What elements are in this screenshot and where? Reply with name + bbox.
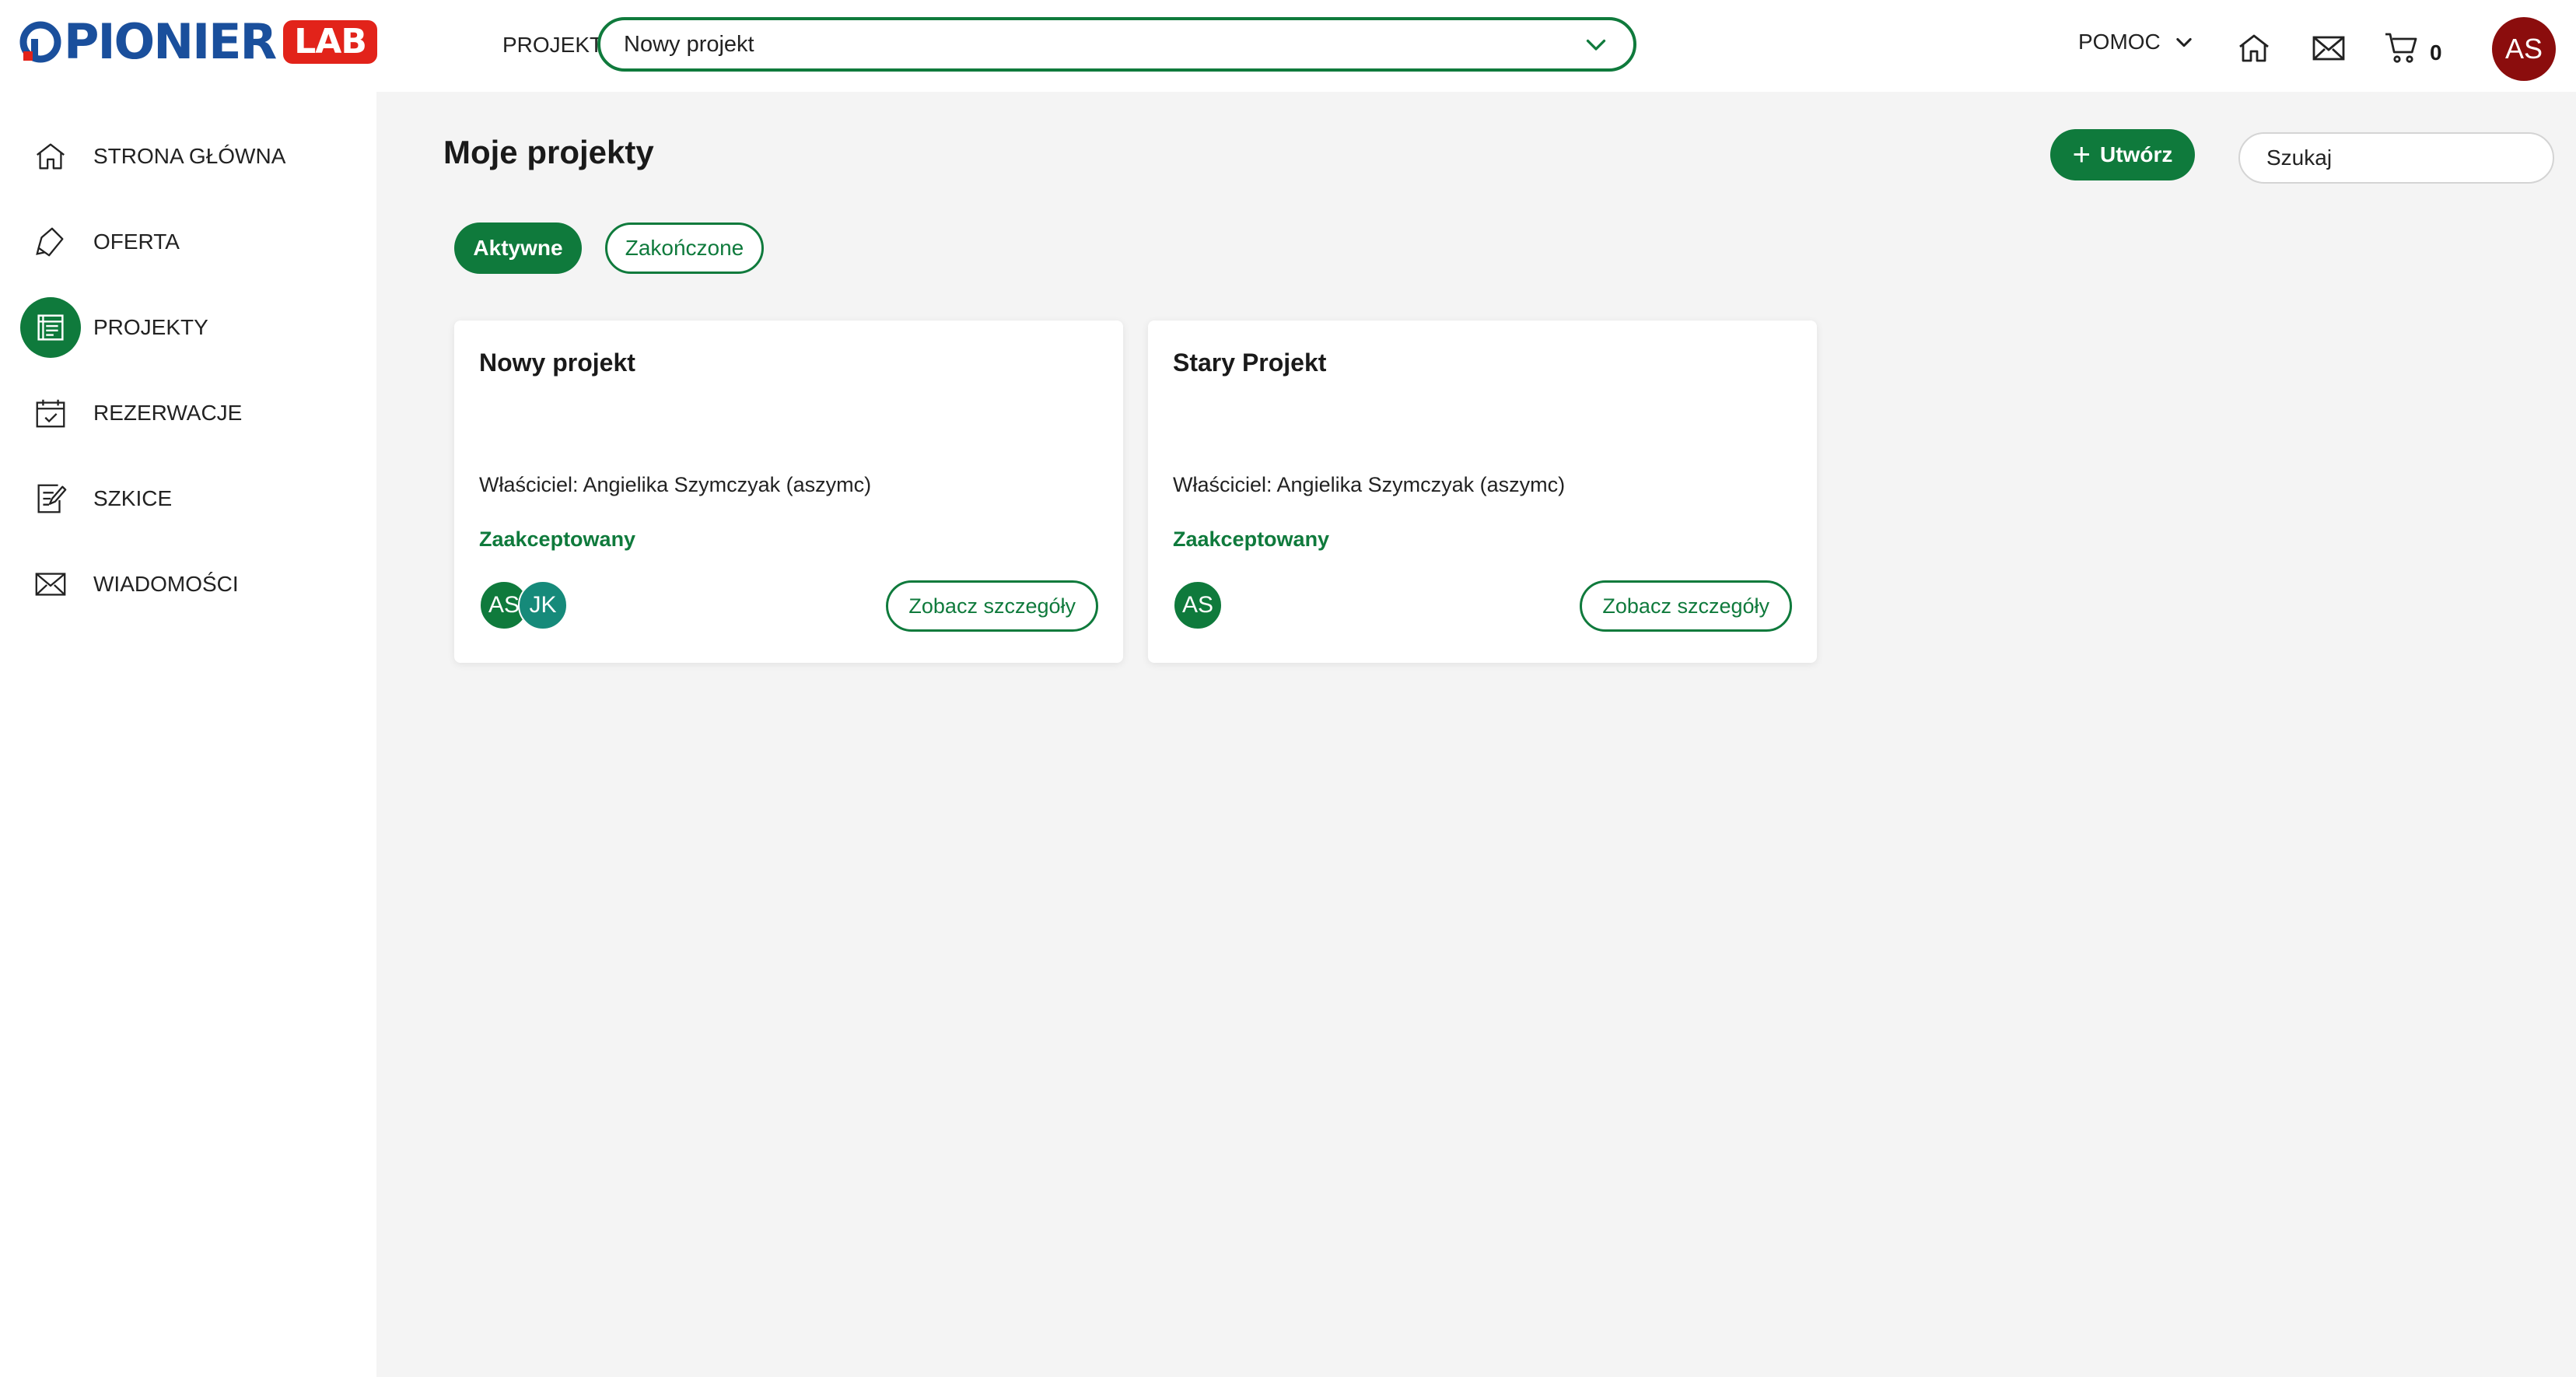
sidebar: STRONA GŁÓWNA OFERTA PROJEKTY REZERWACJE [0, 92, 376, 1377]
project-owner: Właściciel: Angielika Szymczyak (aszymc) [479, 473, 872, 496]
mail-icon[interactable] [2310, 30, 2347, 67]
home-icon [37, 143, 65, 170]
filter-active[interactable]: Aktywne [454, 222, 582, 274]
sidebar-item-reservations[interactable]: REZERWACJE [0, 378, 376, 448]
sidebar-icon-wrap [20, 468, 81, 529]
project-owner: Właściciel: Angielika Szymczyak (aszymc) [1173, 473, 1566, 496]
logo-badge: LAB [283, 20, 377, 64]
pionier-lab-logo[interactable]: PIONIER LAB [19, 13, 377, 70]
user-avatar[interactable]: AS [2492, 17, 2556, 81]
calendar-check-icon [36, 399, 65, 428]
sidebar-item-messages[interactable]: WIADOMOŚCI [0, 549, 376, 619]
sidebar-item-label: OFERTA [93, 229, 180, 254]
edit-note-icon [37, 484, 67, 513]
home-icon[interactable] [2235, 30, 2273, 67]
filter-finished[interactable]: Zakończone [605, 222, 764, 274]
member-avatars: AS JK [479, 580, 568, 630]
search-box [2238, 132, 2554, 184]
sidebar-icon-wrap [20, 212, 81, 272]
member-avatar[interactable]: JK [518, 580, 568, 630]
sidebar-icon-wrap [20, 554, 81, 615]
create-project-button[interactable]: + Utwórz [2050, 129, 2195, 180]
project-status: Zaakceptowany [479, 527, 636, 551]
sidebar-item-label: SZKICE [93, 486, 173, 510]
logo-mark-icon [19, 21, 61, 63]
cart-count: 0 [2430, 40, 2442, 65]
plus-icon: + [2072, 138, 2091, 172]
sidebar-icon-wrap [20, 126, 81, 187]
project-select-value: Nowy projekt [624, 31, 754, 57]
view-details-button[interactable]: Zobacz szczegóły [1580, 580, 1792, 632]
project-title: Nowy projekt [479, 349, 635, 377]
page-title: Moje projekty [443, 134, 654, 170]
logo-text: PIONIER [64, 13, 277, 70]
help-label: POMOC [2078, 30, 2161, 54]
member-avatar[interactable]: AS [1173, 580, 1223, 630]
mail-icon [35, 573, 66, 596]
sidebar-item-label: PROJEKTY [93, 315, 208, 339]
sidebar-item-label: STRONA GŁÓWNA [93, 144, 286, 168]
sidebar-icon-wrap [20, 383, 81, 443]
cart-icon[interactable] [2383, 30, 2420, 67]
sidebar-item-home[interactable]: STRONA GŁÓWNA [0, 121, 376, 191]
sidebar-item-drafts[interactable]: SZKICE [0, 464, 376, 534]
sidebar-item-label: REZERWACJE [93, 401, 243, 425]
project-label: PROJEKT [502, 33, 604, 57]
project-select[interactable]: Nowy projekt [597, 17, 1636, 72]
project-card: Nowy projekt Właściciel: Angielika Szymc… [454, 321, 1123, 663]
chevron-down-icon [1586, 39, 1606, 51]
projects-icon [37, 314, 64, 341]
project-card: Stary Projekt Właściciel: Angielika Szym… [1148, 321, 1817, 663]
help-menu[interactable]: POMOC [2078, 30, 2195, 54]
tag-icon [36, 227, 64, 257]
view-details-button[interactable]: Zobacz szczegóły [886, 580, 1098, 632]
project-title: Stary Projekt [1173, 349, 1327, 377]
search-input[interactable] [2265, 145, 2549, 171]
sidebar-icon-wrap [20, 297, 81, 358]
member-avatars: AS [1173, 580, 1223, 630]
chevron-down-icon [2176, 37, 2192, 47]
sidebar-item-projects[interactable]: PROJEKTY [0, 293, 376, 363]
create-button-label: Utwórz [2100, 142, 2173, 166]
top-header: PIONIER LAB PROJEKT Nowy projekt POMOC 0… [0, 0, 2576, 92]
project-status: Zaakceptowany [1173, 527, 1330, 551]
sidebar-item-offer[interactable]: OFERTA [0, 207, 376, 277]
sidebar-item-label: WIADOMOŚCI [93, 572, 239, 596]
